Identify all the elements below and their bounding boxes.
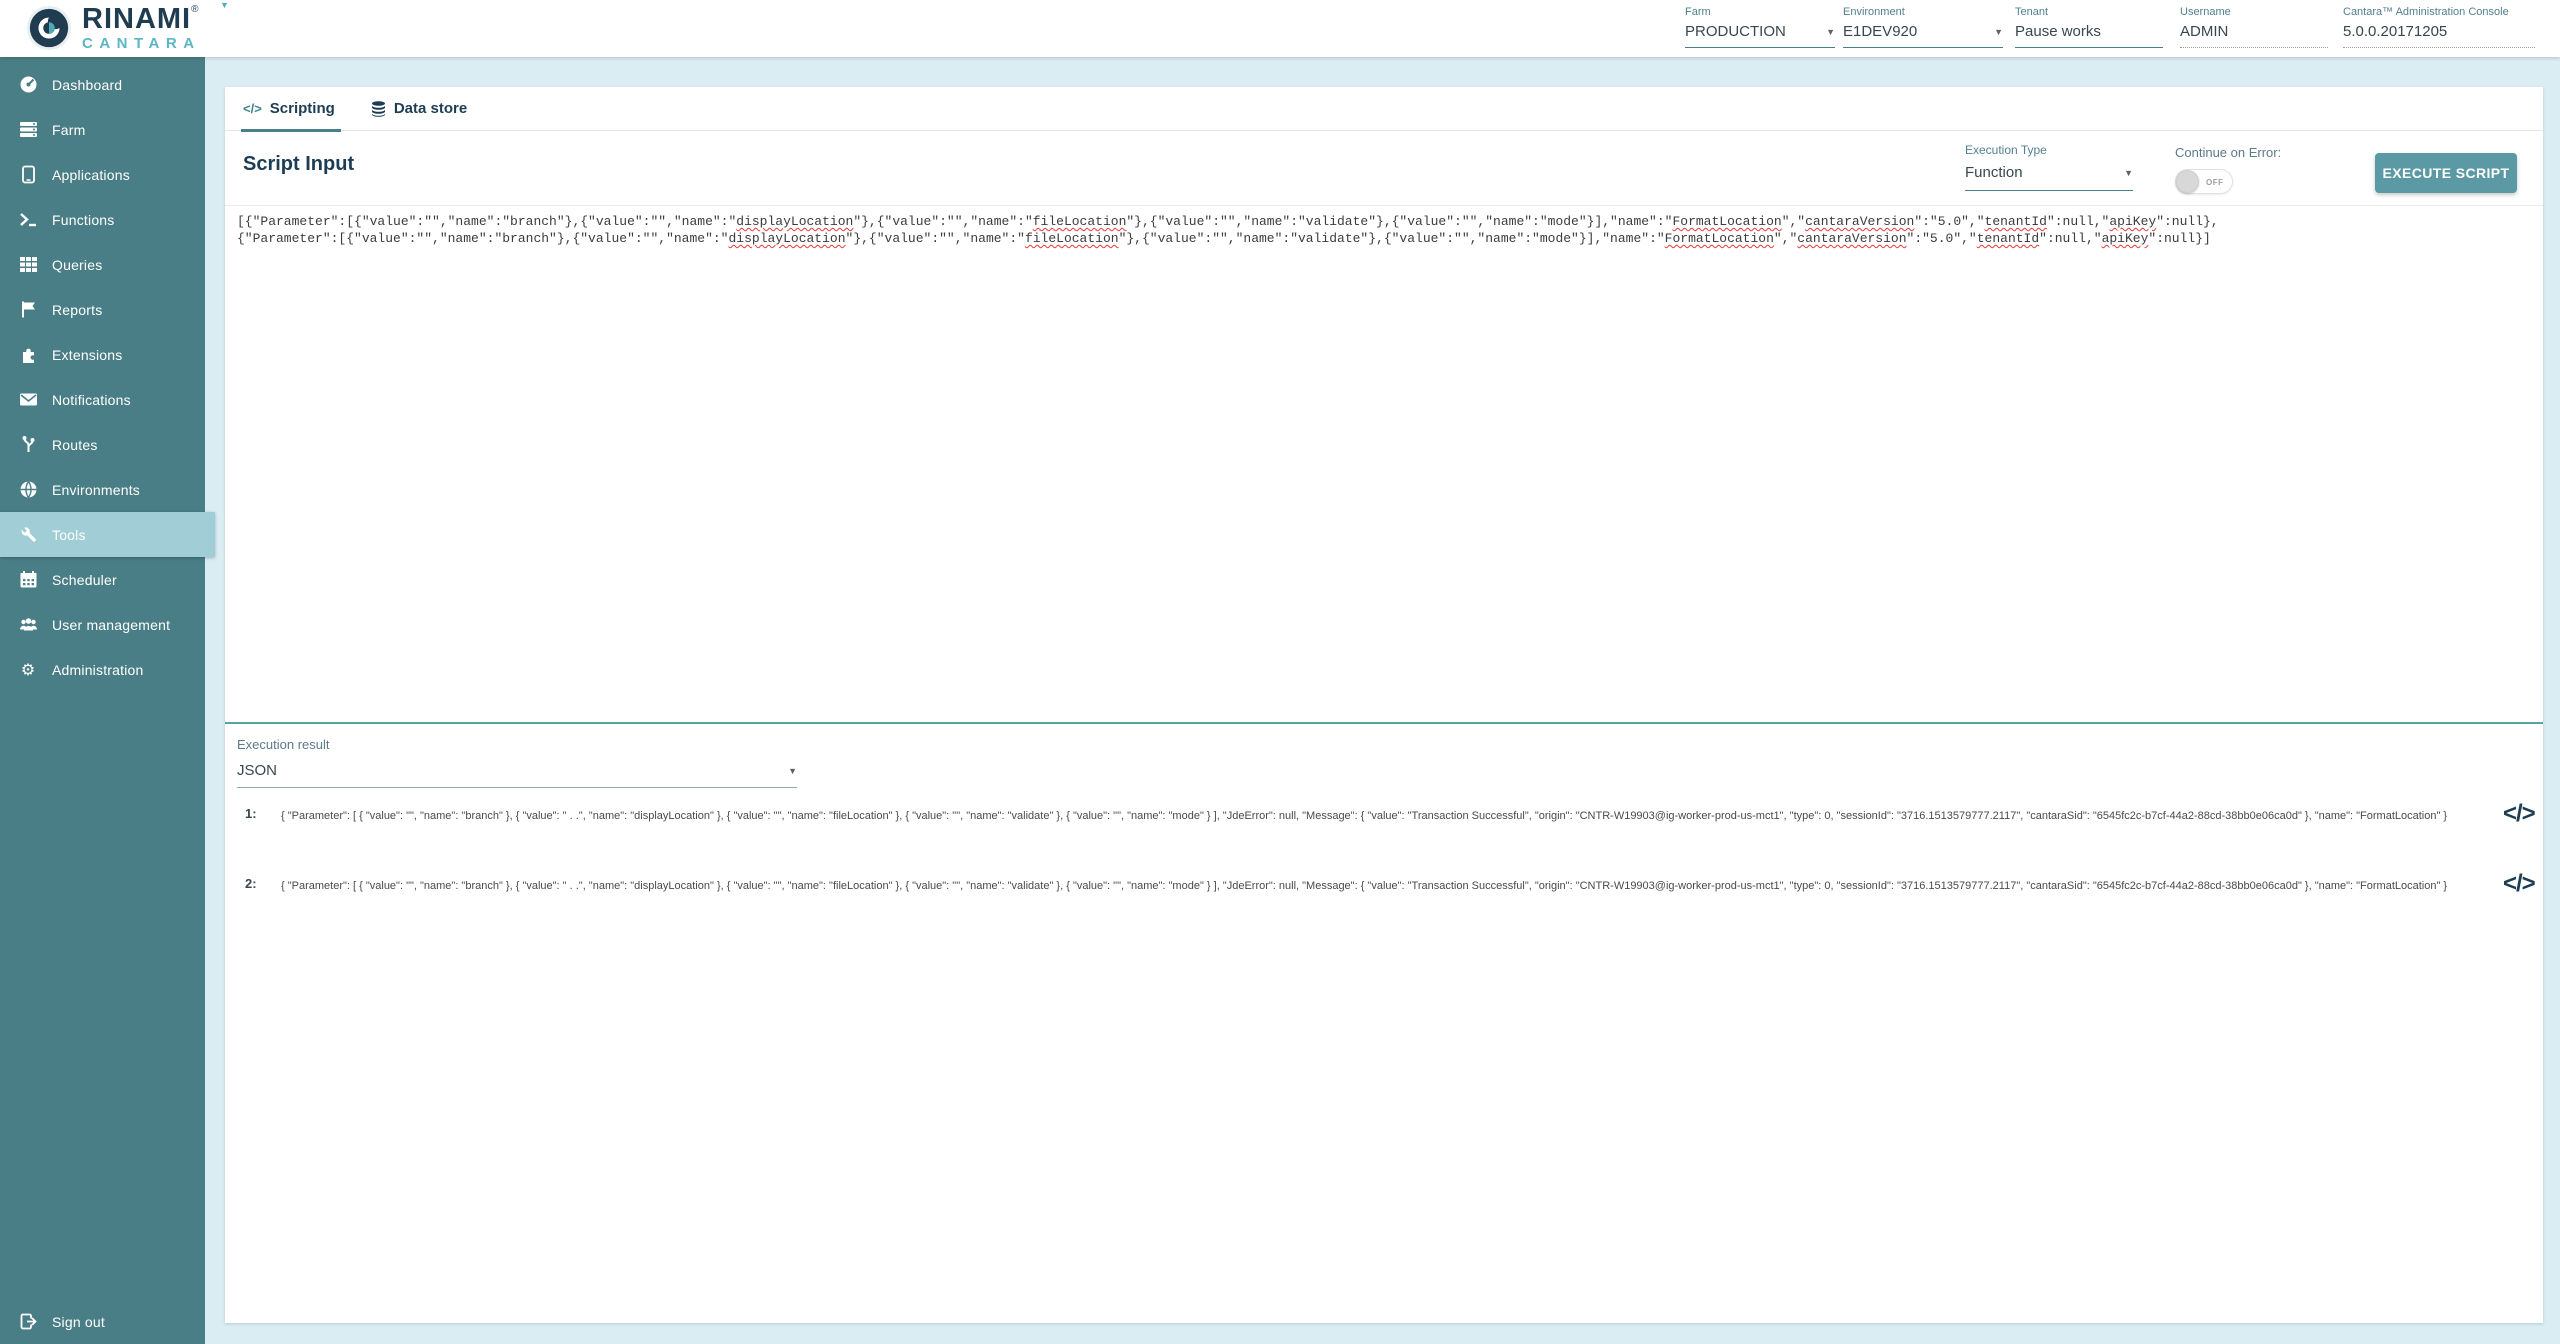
- app-logo: RINAMI® ▼ CANTARA: [26, 5, 201, 51]
- sign-out-button[interactable]: Sign out: [0, 1299, 205, 1344]
- username-field: Username ADMIN: [2180, 6, 2328, 48]
- wrench-icon: [18, 525, 38, 545]
- logo-triangle-icon: ▼: [220, 1, 229, 10]
- puzzle-icon: [18, 345, 38, 365]
- sidebar-item-farm[interactable]: Farm: [0, 107, 205, 152]
- sidebar: Dashboard Farm Applications Functions Qu…: [0, 57, 205, 1344]
- calendar-icon: [18, 570, 38, 590]
- result-separator: [225, 722, 2543, 724]
- chevron-down-icon: ▼: [1826, 27, 1835, 37]
- environment-value: E1DEV920: [1843, 23, 1917, 40]
- execution-type-value: Function: [1965, 164, 2023, 181]
- continue-on-error-label: Continue on Error:: [2175, 145, 2281, 160]
- route-split-icon: [18, 435, 38, 455]
- view-code-icon[interactable]: </>: [2503, 870, 2535, 898]
- chevron-down-icon: ▼: [2124, 168, 2133, 178]
- result-row-index: 2:: [245, 876, 257, 891]
- tenant-value: Pause works: [2015, 23, 2101, 40]
- environment-label: Environment: [1843, 6, 2003, 18]
- script-line: {"Parameter":[{"value":"","name":"branch…: [237, 230, 2531, 247]
- registered-mark: ®: [191, 4, 198, 15]
- top-header: RINAMI® ▼ CANTARA Farm PRODUCTION ▼ Envi…: [0, 0, 2560, 57]
- console-version-value: 5.0.0.20171205: [2343, 23, 2447, 40]
- execute-script-button[interactable]: EXECUTE SCRIPT: [2375, 153, 2517, 193]
- result-format-select[interactable]: JSON ▼: [237, 755, 797, 788]
- execution-type-label: Execution Type: [1965, 143, 2133, 157]
- result-row-index: 1:: [245, 806, 257, 821]
- console-version-field: Cantara™ Administration Console 5.0.0.20…: [2343, 6, 2535, 48]
- chevron-down-icon: ▼: [788, 766, 797, 776]
- logo-subtitle: CANTARA: [82, 36, 201, 51]
- tab-scripting[interactable]: </> Scripting: [243, 87, 335, 131]
- toggle-knob: [2176, 170, 2199, 193]
- main-panel: </> Scripting Data store Script Input Ex…: [225, 87, 2543, 1323]
- farm-label: Farm: [1685, 6, 1835, 18]
- sidebar-item-user-management[interactable]: User management: [0, 602, 205, 647]
- farm-select[interactable]: Farm PRODUCTION ▼: [1685, 6, 1835, 48]
- server-stack-icon: [18, 120, 38, 140]
- result-row-text: { "Parameter": [ { "value": "", "name": …: [281, 878, 2489, 895]
- database-icon: [371, 101, 386, 117]
- terminal-icon: [18, 210, 38, 230]
- logo-title: RINAMI: [82, 3, 191, 35]
- sidebar-item-functions[interactable]: Functions: [0, 197, 205, 242]
- execution-result-label: Execution result: [237, 737, 330, 752]
- chevron-down-icon: ▼: [1994, 27, 2003, 37]
- toggle-state-label: OFF: [2206, 178, 2224, 187]
- sidebar-item-reports[interactable]: Reports: [0, 287, 205, 332]
- sidebar-item-tools[interactable]: Tools: [0, 512, 215, 557]
- sidebar-item-dashboard[interactable]: Dashboard: [0, 62, 205, 107]
- sidebar-item-routes[interactable]: Routes: [0, 422, 205, 467]
- view-code-icon[interactable]: </>: [2503, 800, 2535, 828]
- continue-on-error-group: Continue on Error: OFF: [2175, 145, 2281, 194]
- result-row-text: { "Parameter": [ { "value": "", "name": …: [281, 808, 2489, 825]
- page-title: Script Input: [243, 153, 354, 176]
- dashboard-icon: [18, 75, 38, 95]
- sidebar-item-notifications[interactable]: Notifications: [0, 377, 205, 422]
- farm-value: PRODUCTION: [1685, 23, 1786, 40]
- code-icon: </>: [243, 101, 262, 116]
- sign-out-icon: [18, 1312, 38, 1332]
- username-value: ADMIN: [2180, 23, 2228, 40]
- envelope-icon: [18, 390, 38, 410]
- tab-bar: </> Scripting Data store: [225, 87, 2543, 131]
- sidebar-item-queries[interactable]: Queries: [0, 242, 205, 287]
- gear-icon: ⚙: [18, 660, 38, 680]
- logo-mark-icon: [26, 5, 72, 51]
- result-format-value: JSON: [237, 762, 277, 779]
- sidebar-item-scheduler[interactable]: Scheduler: [0, 557, 205, 602]
- sidebar-item-environments[interactable]: Environments: [0, 467, 205, 512]
- tenant-input[interactable]: Tenant Pause works: [2015, 6, 2163, 48]
- continue-on-error-toggle[interactable]: OFF: [2175, 169, 2233, 194]
- tab-data-store[interactable]: Data store: [371, 87, 467, 131]
- script-line: [{"Parameter":[{"value":"","name":"branc…: [237, 213, 2531, 230]
- sidebar-item-administration[interactable]: ⚙ Administration: [0, 647, 205, 692]
- tenant-label: Tenant: [2015, 6, 2163, 18]
- users-group-icon: [18, 615, 38, 635]
- tablet-icon: [18, 165, 38, 185]
- console-version-label: Cantara™ Administration Console: [2343, 6, 2535, 18]
- flag-icon: [18, 300, 38, 320]
- execution-type-select[interactable]: Execution Type Function ▼: [1965, 143, 2133, 191]
- script-input-textarea[interactable]: [{"Parameter":[{"value":"","name":"branc…: [225, 205, 2543, 722]
- globe-icon: [18, 480, 38, 500]
- username-label: Username: [2180, 6, 2328, 18]
- table-grid-icon: [18, 255, 38, 275]
- sidebar-item-applications[interactable]: Applications: [0, 152, 205, 197]
- environment-select[interactable]: Environment E1DEV920 ▼: [1843, 6, 2003, 48]
- sidebar-item-extensions[interactable]: Extensions: [0, 332, 205, 377]
